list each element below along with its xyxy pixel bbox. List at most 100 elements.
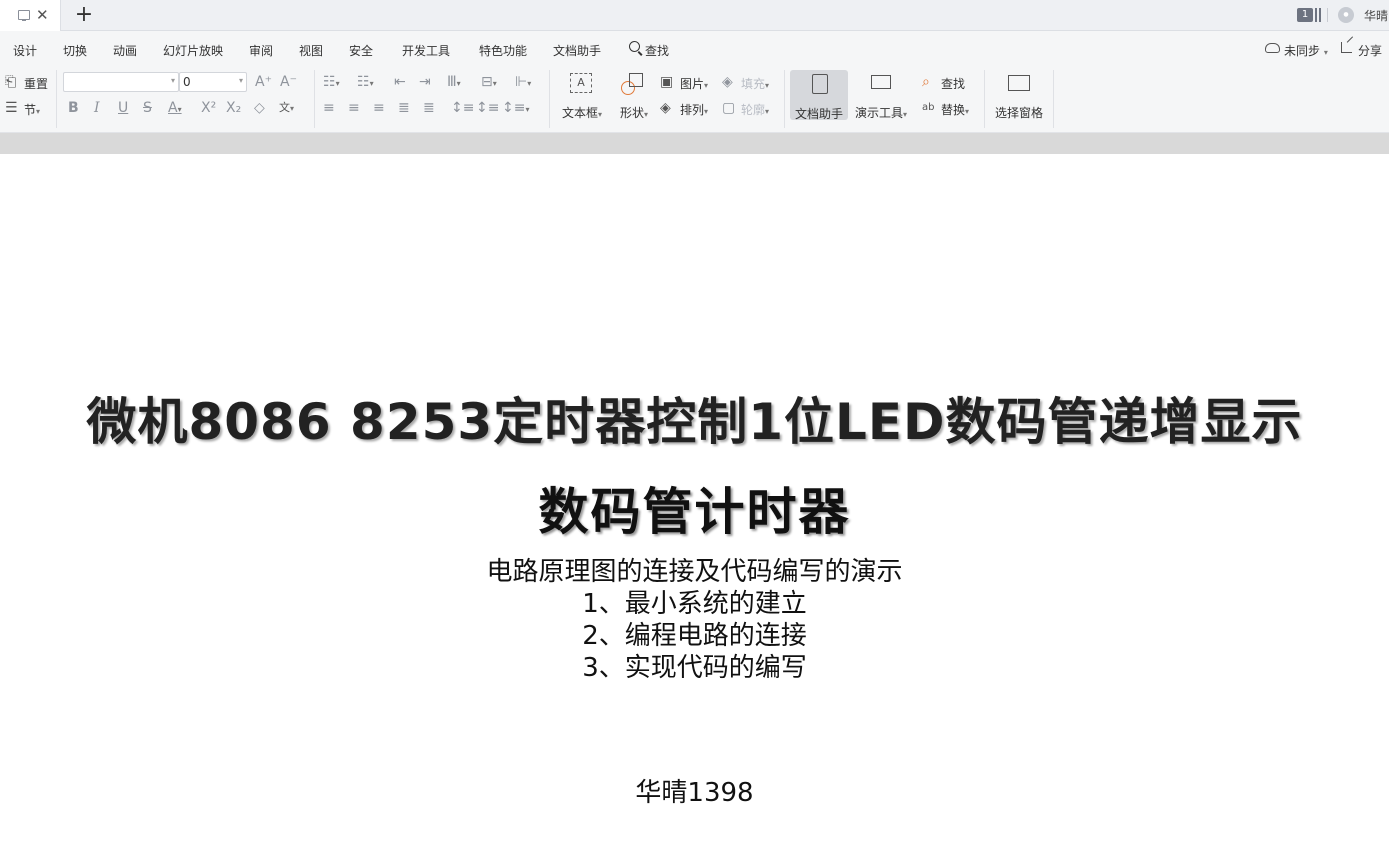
numbered-list-icon[interactable]: ☷▾ [357, 74, 374, 92]
increase-font-icon[interactable]: A⁺ [255, 74, 272, 90]
underline-icon[interactable]: U [118, 100, 128, 116]
menu-view[interactable]: 视图 [299, 42, 323, 59]
replace-icon: ab [922, 102, 935, 113]
ribbon-toolbar: ⎗ 重置 ☰ 节▾ ▾ 0 ▾ A⁺ A⁻ B I U S A▾ X² X₂ ◇… [0, 67, 1389, 133]
align-text-icon[interactable]: ⊟▾ [481, 74, 497, 92]
ribbon-divider [0, 133, 1389, 154]
search-icon[interactable] [629, 41, 640, 52]
menu-design[interactable]: 设计 [13, 42, 37, 59]
font-name-select[interactable]: ▾ [63, 72, 179, 92]
menu-transition[interactable]: 切换 [63, 42, 87, 59]
avatar[interactable]: ● [1338, 7, 1354, 23]
subscript-icon[interactable]: X₂ [226, 100, 241, 116]
shape-button[interactable]: 形状▾ [606, 69, 662, 120]
share-button[interactable]: 分享 [1358, 42, 1382, 59]
window-count-badge[interactable]: 1 [1297, 8, 1313, 22]
find-button[interactable]: 查找 [941, 75, 965, 92]
find-icon: ⌕ [922, 74, 930, 90]
align-center-icon[interactable]: ≡ [348, 100, 360, 116]
divider [1327, 8, 1328, 22]
slide-subtitle[interactable]: 数码管计时器 [0, 472, 1389, 544]
present-tools-label: 演示工具▾ [854, 106, 908, 120]
slide-body-text[interactable]: 电路原理图的连接及代码编写的演示 1、最小系统的建立 2、编程电路的连接 3、实… [0, 556, 1389, 684]
doc-assistant-button[interactable]: 文档助手 [790, 70, 848, 121]
paragraph-spacing-icon[interactable]: ↕≡ [476, 100, 499, 116]
increase-indent-icon[interactable]: ⇥ [419, 74, 431, 90]
present-tools-button[interactable]: 演示工具▾ [852, 69, 910, 120]
phonetic-guide-icon[interactable]: 文▾ [279, 100, 294, 117]
superscript-icon[interactable]: X² [201, 100, 216, 116]
replace-button[interactable]: 替换▾ [941, 101, 969, 118]
menu-slideshow[interactable]: 幻灯片放映 [163, 42, 223, 59]
window-list-icon[interactable] [1315, 8, 1321, 22]
textbox-button[interactable]: A 文本框▾ [554, 69, 610, 120]
document-tab[interactable]: ✕ [0, 0, 61, 31]
slide-title[interactable]: 微机8086 8253定时器控制1位LED数码管递增显示 [0, 382, 1389, 454]
font-size-select[interactable]: 0 ▾ [179, 72, 247, 92]
align-right-icon[interactable]: ≡ [373, 100, 385, 116]
distribute-icon[interactable]: ≣ [423, 100, 435, 116]
share-icon [1341, 42, 1352, 53]
bullet-list-icon[interactable]: ☷▾ [323, 74, 340, 92]
font-size-value: 0 [183, 75, 191, 89]
menu-special-features[interactable]: 特色功能 [479, 42, 527, 59]
slide-canvas[interactable]: 微机8086 8253定时器控制1位LED数码管递增显示 数码管计时器 电路原理… [0, 154, 1389, 868]
picture-icon: ▣ [660, 74, 674, 90]
cloud-icon [1265, 43, 1280, 53]
selection-pane-label: 选择窗格 [994, 106, 1043, 120]
divider [784, 70, 785, 128]
italic-icon[interactable]: I [94, 100, 100, 116]
selection-pane-icon [1008, 75, 1030, 91]
decrease-indent-icon[interactable]: ⇤ [394, 74, 406, 90]
menu-review[interactable]: 审阅 [249, 42, 273, 59]
strikethrough-icon[interactable]: S [143, 100, 152, 116]
divider [56, 70, 57, 128]
user-name[interactable]: 华晴 [1364, 7, 1388, 24]
close-tab-button[interactable]: ✕ [36, 5, 49, 25]
shape-label: 形状▾ [619, 106, 649, 120]
slide-line: 3、实现代码的编写 [582, 653, 807, 683]
shape-square-icon [629, 73, 643, 87]
menu-search[interactable]: 查找 [645, 42, 669, 59]
monitor-icon [18, 10, 30, 21]
menu-bar: 设计 切换 动画 幻灯片放映 审阅 视图 安全 开发工具 特色功能 文档助手 查… [0, 31, 1389, 67]
doc-assistant-label: 文档助手 [794, 107, 843, 121]
textbox-icon: A [570, 73, 592, 93]
reset-button[interactable]: 重置 [24, 75, 48, 92]
sync-label: 未同步 [1284, 44, 1321, 58]
spacing-options-icon[interactable]: ↕≡▾ [502, 100, 529, 118]
arrange-icon: ◈ [660, 100, 671, 116]
columns-icon[interactable]: ⊩▾ [515, 74, 531, 92]
decrease-font-icon[interactable]: A⁻ [280, 74, 297, 90]
reset-icon: ⎗ [5, 74, 17, 90]
new-tab-button[interactable]: + [74, 2, 94, 28]
menu-security[interactable]: 安全 [349, 42, 373, 59]
textbox-label: 文本框▾ [561, 106, 603, 120]
fill-button[interactable]: 填充▾ [741, 75, 769, 92]
selection-pane-button[interactable]: 选择窗格 [992, 69, 1046, 120]
fill-icon: ◈ [722, 74, 733, 90]
menu-developer-tools[interactable]: 开发工具 [402, 42, 450, 59]
section-icon: ☰ [5, 100, 18, 116]
section-button[interactable]: 节▾ [24, 101, 40, 118]
sync-status[interactable]: 未同步 ▾ [1284, 42, 1328, 59]
projector-icon [871, 75, 891, 89]
menu-animation[interactable]: 动画 [113, 42, 137, 59]
menu-doc-assistant[interactable]: 文档助手 [553, 42, 601, 59]
slide-author[interactable]: 华晴1398 [0, 772, 1389, 809]
line-spacing-icon[interactable]: ↕≡ [451, 100, 474, 116]
arrange-button[interactable]: 排列▾ [680, 101, 708, 118]
section-label: 节 [24, 103, 37, 117]
align-left-icon[interactable]: ≡ [323, 100, 335, 116]
tab-bar: ✕ + 1 ● 华晴 [0, 0, 1389, 31]
justify-icon[interactable]: ≣ [398, 100, 410, 116]
picture-button[interactable]: 图片▾ [680, 75, 708, 92]
eraser-icon[interactable]: ◇ [254, 100, 265, 116]
outline-button[interactable]: 轮廓▾ [741, 101, 769, 118]
slide-line: 电路原理图的连接及代码编写的演示 [486, 557, 903, 587]
chevron-down-icon: ▾ [1323, 48, 1328, 57]
chevron-down-icon: ▾ [36, 107, 41, 116]
bold-icon[interactable]: B [68, 100, 79, 116]
font-color-icon[interactable]: A▾ [168, 100, 182, 118]
text-direction-icon[interactable]: Ⅲ▾ [447, 74, 461, 92]
